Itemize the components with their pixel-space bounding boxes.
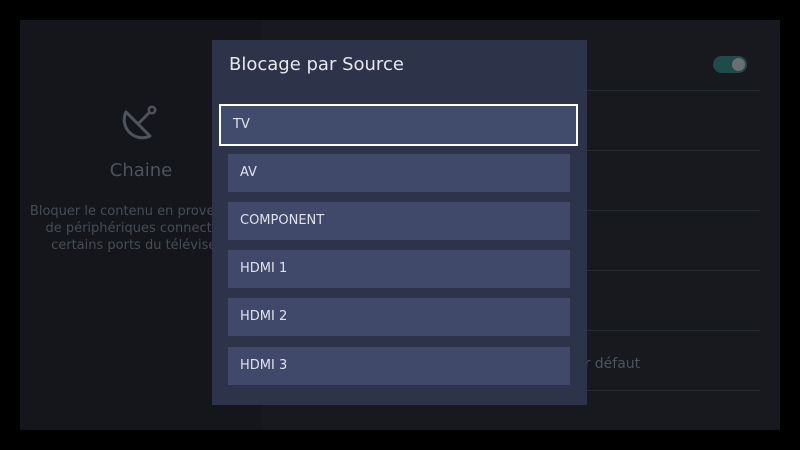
background-toggle (713, 56, 747, 73)
row-divider (572, 150, 760, 151)
option-label: HDMI 1 (240, 261, 288, 276)
row-divider (572, 210, 760, 211)
toggle-knob (732, 58, 745, 71)
option-hdmi-1[interactable]: HDMI 1 (228, 250, 570, 288)
option-hdmi-2[interactable]: HDMI 2 (228, 298, 570, 336)
satellite-dish-icon (122, 105, 157, 140)
option-hdmi-3[interactable]: HDMI 3 (228, 347, 570, 385)
option-av[interactable]: AV (228, 154, 570, 192)
option-component[interactable]: COMPONENT (228, 202, 570, 240)
row-divider (572, 330, 760, 331)
row-divider (572, 390, 760, 391)
option-label: TV (233, 117, 250, 132)
option-label: HDMI 2 (240, 309, 288, 324)
option-tv[interactable]: TV (219, 104, 578, 146)
option-label: HDMI 3 (240, 358, 288, 373)
option-label: COMPONENT (240, 213, 325, 228)
source-block-dialog: Blocage par Source TV AV COMPONENT HDMI … (212, 40, 587, 405)
dialog-title: Blocage par Source (229, 54, 404, 75)
option-label: AV (240, 165, 257, 180)
tv-screen: Chaine Bloquer le contenu en provenance … (0, 0, 800, 450)
row-divider (572, 270, 760, 271)
row-divider (572, 90, 760, 91)
